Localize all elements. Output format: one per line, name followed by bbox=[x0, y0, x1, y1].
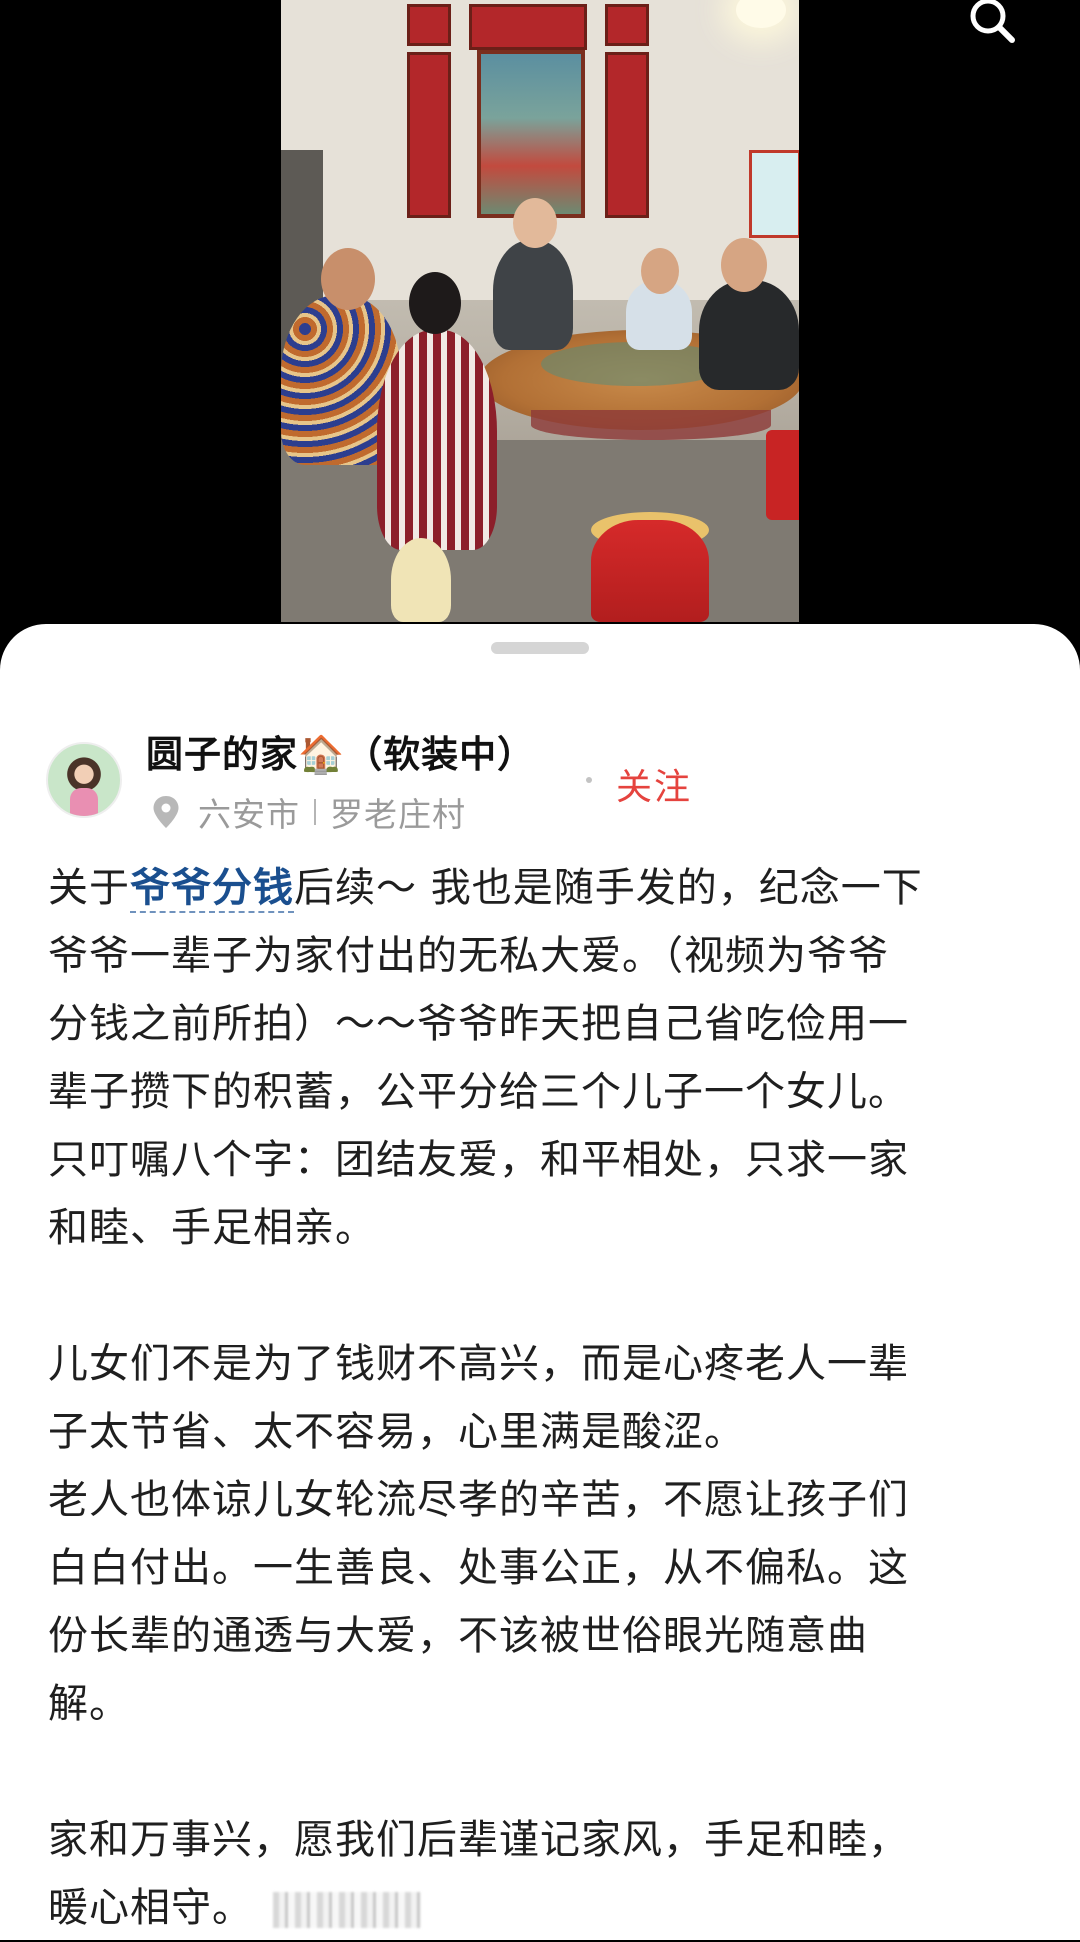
video-person-woman-head bbox=[409, 272, 461, 334]
video-red-chair bbox=[766, 430, 799, 520]
house-emoji-icon: 🏠 bbox=[298, 733, 346, 776]
search-icon[interactable] bbox=[964, 0, 1024, 46]
video-wall-painting bbox=[477, 50, 585, 218]
video-person-man-left-head bbox=[321, 248, 375, 310]
video-red-stool bbox=[591, 520, 709, 622]
post-line1-suffix: 后续～ 我也是随手发的，纪念一下 bbox=[294, 865, 923, 911]
location-row[interactable]: 六安市 罗老庄村 bbox=[152, 790, 466, 834]
location-separator bbox=[314, 799, 316, 825]
video-person-man-far-right bbox=[699, 280, 799, 390]
video-couplet-top-right bbox=[605, 4, 649, 46]
post-line: 关于爷爷分钱后续～ 我也是随手发的，纪念一下 bbox=[48, 854, 1028, 922]
video-hand-fan bbox=[391, 538, 451, 622]
post-line: 家和万事兴，愿我们后辈谨记家风，手足和睦， bbox=[48, 1817, 909, 1863]
video-person-elder bbox=[493, 240, 573, 350]
video-table-skirt bbox=[531, 410, 771, 440]
post-line: 辈子攒下的积蓄，公平分给三个儿子一个女儿。 bbox=[48, 1069, 909, 1115]
post-line: 白白付出。一生善良、处事公正，从不偏私。这 bbox=[48, 1545, 909, 1591]
post-line: 老人也体谅儿女轮流尽孝的辛苦，不愿让孩子们 bbox=[48, 1477, 909, 1523]
author-name-text: 圆子的家 bbox=[146, 733, 298, 776]
post-body: 关于爷爷分钱后续～ 我也是随手发的，纪念一下 爷爷一辈子为家付出的无私大爱。（视… bbox=[48, 854, 1028, 1942]
video-person-woman bbox=[377, 330, 497, 550]
post-sheet: 圆子的家🏠（软装中） 六安市 罗老庄村 关注 关于爷爷分钱后续～ 我也是随手发的… bbox=[0, 624, 1080, 1940]
video-floor bbox=[281, 440, 799, 622]
sheet-drag-handle[interactable] bbox=[491, 642, 589, 654]
post-line: 解。 bbox=[48, 1681, 130, 1727]
video-couplet-left bbox=[407, 52, 451, 218]
hashtag-link[interactable]: 爷爷分钱 bbox=[130, 865, 294, 913]
author-name[interactable]: 圆子的家🏠（软装中） bbox=[146, 724, 535, 778]
post-line1-prefix: 关于 bbox=[48, 865, 130, 911]
author-avatar[interactable] bbox=[46, 742, 122, 818]
post-line: 儿女们不是为了钱财不高兴，而是心疼老人一辈 bbox=[48, 1341, 909, 1387]
location-city: 六安市 bbox=[198, 795, 300, 834]
post-last-line-text: 暖心相守。 bbox=[48, 1885, 253, 1931]
post-line: 和睦、手足相亲。 bbox=[48, 1205, 376, 1251]
video-person-man-far-right-head bbox=[721, 238, 767, 292]
video-couplet-banner bbox=[469, 4, 587, 50]
author-name-suffix: （软装中） bbox=[345, 733, 536, 776]
post-line: 分钱之前所拍）～～爷爷昨天把自己省吃俭用一 bbox=[48, 1001, 909, 1047]
video-person-man-right-head bbox=[641, 248, 679, 294]
post-line: 子太节省、太不容易，心里满是酸涩。 bbox=[48, 1409, 745, 1455]
post-line: 份长辈的通透与大爱，不该被世俗眼光随意曲 bbox=[48, 1613, 868, 1659]
location-pin-icon bbox=[153, 796, 179, 828]
avatar-figure bbox=[70, 788, 98, 816]
follow-button[interactable]: 关注 bbox=[616, 758, 692, 810]
post-line: 暖心相守。 bbox=[48, 1874, 1028, 1942]
video-frame[interactable] bbox=[281, 0, 799, 622]
location-village: 罗老庄村 bbox=[330, 795, 466, 834]
video-couplet-right bbox=[605, 52, 649, 218]
post-line: 只叮嘱八个字：团结友爱，和平相处，只求一家 bbox=[48, 1137, 909, 1183]
follow-separator-dot bbox=[586, 777, 592, 783]
video-wall-poster bbox=[749, 150, 799, 238]
blurred-text-fragment bbox=[273, 1892, 421, 1928]
video-player[interactable] bbox=[0, 0, 1080, 640]
video-person-elder-head bbox=[513, 198, 557, 248]
video-couplet-top-left bbox=[407, 4, 451, 46]
post-line: 爷爷一辈子为家付出的无私大爱。（视频为爷爷 bbox=[48, 933, 889, 979]
